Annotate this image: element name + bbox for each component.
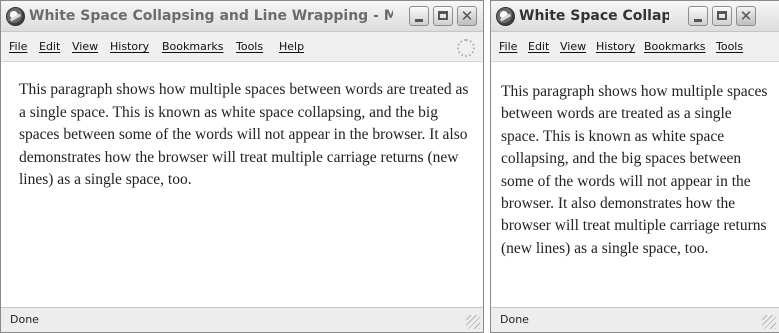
maximize-button[interactable] — [712, 6, 732, 26]
maximize-icon — [717, 11, 727, 20]
menu-tools[interactable]: Tools — [716, 40, 743, 53]
menu-history[interactable]: History — [110, 40, 149, 53]
browser-window-wide: White Space Collapsing and Line Wrapping… — [0, 0, 484, 333]
close-icon: ✕ — [460, 7, 474, 25]
page-content: This paragraph shows how multiple spaces… — [491, 62, 779, 307]
window-title: White Space Collapsing and Line Wrapping… — [29, 8, 393, 24]
resize-grip-icon[interactable] — [762, 315, 776, 329]
status-text: Done — [500, 313, 529, 326]
close-button[interactable]: ✕ — [457, 6, 477, 26]
maximize-button[interactable] — [433, 6, 453, 26]
menu-tools[interactable]: Tools — [236, 40, 263, 53]
browser-icon[interactable] — [496, 7, 515, 26]
menu-bookmarks[interactable]: Bookmarks — [644, 40, 705, 53]
title-bar[interactable]: White Space Collapsing ... ✕ — [491, 1, 779, 32]
menu-file[interactable]: File — [499, 40, 517, 53]
throbber-icon — [457, 39, 475, 57]
close-button[interactable]: ✕ — [736, 6, 756, 26]
menu-view[interactable]: View — [72, 40, 98, 53]
page-content: This paragraph shows how multiple spaces… — [1, 62, 483, 307]
window-title: White Space Collapsing ... — [519, 8, 669, 24]
menu-edit[interactable]: Edit — [528, 40, 549, 53]
title-bar[interactable]: White Space Collapsing and Line Wrapping… — [1, 1, 483, 32]
resize-grip-icon[interactable] — [466, 315, 480, 329]
close-icon: ✕ — [739, 7, 753, 25]
maximize-icon — [438, 11, 448, 20]
menu-bar: File Edit View History Bookmarks Tools — [491, 32, 779, 62]
minimize-icon — [415, 19, 423, 22]
menu-edit[interactable]: Edit — [39, 40, 60, 53]
menu-view[interactable]: View — [560, 40, 586, 53]
status-text: Done — [10, 313, 39, 326]
paragraph-text: This paragraph shows how multiple spaces… — [19, 81, 469, 189]
status-bar: Done — [1, 307, 483, 332]
minimize-icon — [694, 19, 702, 22]
minimize-button[interactable] — [409, 6, 429, 26]
status-bar: Done — [491, 307, 779, 332]
menu-history[interactable]: History — [596, 40, 635, 53]
menu-help[interactable]: Help — [279, 40, 304, 53]
browser-window-narrow: White Space Collapsing ... ✕ File Edit V… — [490, 0, 779, 333]
paragraph-text: This paragraph shows how multiple spaces… — [501, 83, 768, 257]
menu-file[interactable]: File — [9, 40, 27, 53]
menu-bookmarks[interactable]: Bookmarks — [162, 40, 223, 53]
browser-icon[interactable] — [6, 7, 25, 26]
menu-bar: File Edit View History Bookmarks Tools H… — [1, 32, 483, 62]
minimize-button[interactable] — [688, 6, 708, 26]
